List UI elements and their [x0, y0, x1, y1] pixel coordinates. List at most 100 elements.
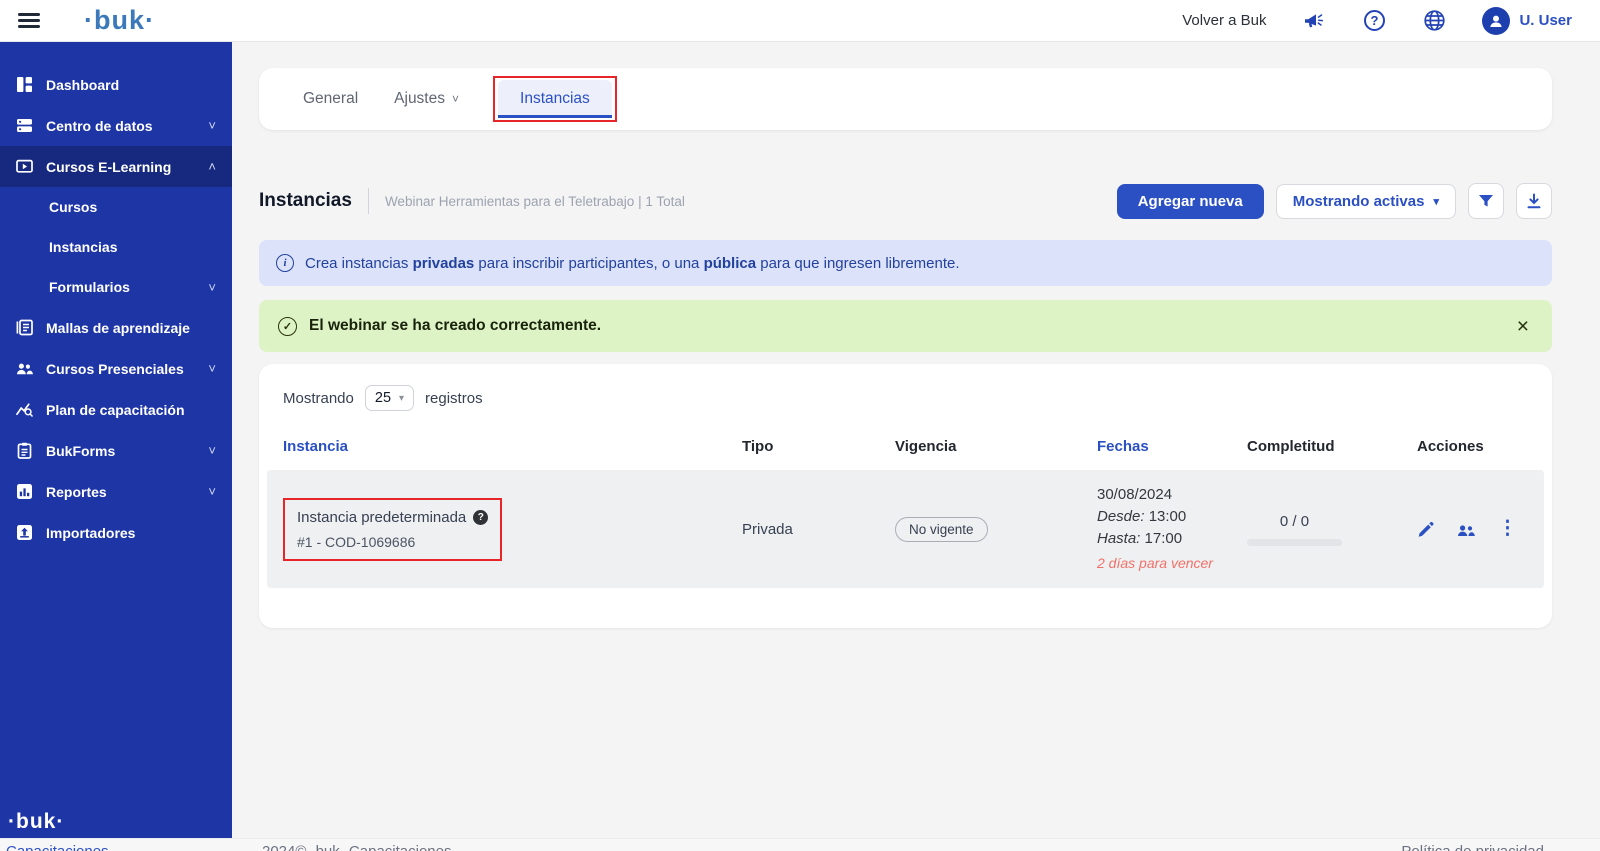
progress-bar	[1247, 539, 1342, 546]
user-menu[interactable]: U. User	[1482, 7, 1572, 35]
sidebar-item-cursos-elearning[interactable]: Cursos E-Learning ˄	[0, 146, 232, 187]
annotation-box-instance: Instancia predeterminada ? #1 - COD-1069…	[283, 498, 502, 561]
caret-down-icon: ▾	[1433, 195, 1439, 208]
participants-icon[interactable]	[1456, 521, 1477, 538]
column-header-acciones: Acciones	[1417, 438, 1528, 455]
video-screen-icon	[16, 158, 33, 175]
sidebar-label: Cursos	[49, 199, 97, 215]
help-icon[interactable]: ?	[473, 510, 488, 525]
sidebar-item-importadores[interactable]: Importadores	[0, 512, 232, 553]
chart-search-icon	[16, 401, 33, 418]
upload-box-icon	[16, 524, 33, 541]
sidebar-label: BukForms	[46, 443, 115, 459]
instances-table-card: Mostrando 25 ▾ registros Instancia Tipo …	[259, 364, 1552, 628]
sidebar-label: Cursos Presenciales	[46, 361, 184, 377]
chevron-down-icon: ˅	[208, 280, 216, 295]
cell-tipo: Privada	[742, 521, 895, 538]
sidebar-item-centro-de-datos[interactable]: Centro de datos ˅	[0, 105, 232, 146]
edit-icon[interactable]	[1417, 520, 1435, 538]
annotation-box-tab: Instancias	[493, 76, 617, 122]
page-size-select[interactable]: 25 ▾	[365, 385, 414, 411]
sidebar-label: Reportes	[46, 484, 107, 500]
sidebar-footer-logo: ·buk·	[8, 810, 64, 834]
column-header-instancia[interactable]: Instancia	[283, 438, 742, 455]
success-message: El webinar se ha creado correctamente.	[309, 317, 601, 335]
sidebar-label: Dashboard	[46, 77, 119, 93]
column-header-tipo: Tipo	[742, 438, 895, 455]
sidebar-item-reportes[interactable]: Reportes ˅	[0, 471, 232, 512]
people-icon	[16, 360, 33, 377]
tab-general[interactable]: General	[285, 80, 376, 118]
sidebar-item-formularios[interactable]: Formularios ˅	[0, 267, 232, 307]
page-title: Instancias	[259, 190, 352, 212]
footer-privacy-link[interactable]: Política de privacidad	[1401, 843, 1544, 851]
column-header-vigencia: Vigencia	[895, 438, 1097, 455]
sidebar-item-plan-capacitacion[interactable]: Plan de capacitación	[0, 389, 232, 430]
book-lines-icon	[16, 319, 33, 336]
chevron-up-icon: ˄	[208, 159, 216, 174]
topbar: ·buk· Volver a Buk ?	[0, 0, 1600, 42]
sidebar-item-instancias[interactable]: Instancias	[0, 227, 232, 267]
fecha-hasta: Hasta: 17:00	[1097, 528, 1247, 550]
info-banner: i Crea instancias privadas para inscribi…	[259, 240, 1552, 286]
tab-instancias[interactable]: Instancias	[498, 80, 612, 118]
sidebar-label: Mallas de aprendizaje	[46, 320, 190, 336]
instance-code: #1 - COD-1069686	[297, 534, 488, 550]
filter-button[interactable]	[1468, 183, 1504, 219]
status-badge: No vigente	[895, 517, 988, 542]
chevron-down-icon: ˅	[208, 443, 216, 458]
instance-name[interactable]: Instancia predeterminada	[297, 509, 466, 526]
success-banner: ✓ El webinar se ha creado correctamente.…	[259, 300, 1552, 352]
volver-a-buk-link[interactable]: Volver a Buk	[1182, 12, 1266, 29]
check-icon: ✓	[278, 317, 297, 336]
main-content: General Ajustes ˅ Instancias Instancias …	[232, 42, 1600, 838]
chevron-down-icon: ˅	[208, 484, 216, 499]
avatar	[1482, 7, 1510, 35]
table-header-row: Instancia Tipo Vigencia Fechas Completit…	[259, 411, 1552, 470]
more-options-icon[interactable]: ⋮	[1498, 524, 1517, 534]
completion-count: 0 / 0	[1247, 513, 1342, 530]
buk-logo: ·buk·	[84, 7, 155, 34]
download-button[interactable]	[1516, 183, 1552, 219]
info-icon: i	[276, 254, 294, 272]
chevron-down-icon: ˅	[208, 361, 216, 376]
table-row: Instancia predeterminada ? #1 - COD-1069…	[267, 470, 1544, 588]
cell-instancia: Instancia predeterminada ? #1 - COD-1069…	[283, 498, 742, 561]
sidebar-label: Plan de capacitación	[46, 402, 185, 418]
chevron-down-icon: ˅	[208, 118, 216, 133]
footer-capacitaciones-link[interactable]: Capacitaciones	[6, 843, 109, 851]
close-icon[interactable]: ×	[1513, 316, 1533, 337]
chevron-down-icon: ˅	[452, 92, 459, 106]
showing-label: Mostrando	[283, 390, 354, 407]
dashboard-icon	[16, 76, 33, 93]
globe-icon[interactable]	[1422, 9, 1446, 33]
page-subtitle: Webinar Herramientas para el Teletrabajo…	[385, 194, 685, 209]
help-icon[interactable]: ?	[1362, 9, 1386, 33]
sidebar: Dashboard Centro de datos ˅ Cursos E-Lea…	[0, 42, 232, 838]
sidebar-label: Centro de datos	[46, 118, 153, 134]
sidebar-item-cursos[interactable]: Cursos	[0, 187, 232, 227]
tab-ajustes[interactable]: Ajustes ˅	[376, 80, 477, 118]
sidebar-item-cursos-presenciales[interactable]: Cursos Presenciales ˅	[0, 348, 232, 389]
column-header-fechas[interactable]: Fechas	[1097, 438, 1247, 455]
sidebar-item-mallas[interactable]: Mallas de aprendizaje	[0, 307, 232, 348]
info-banner-text: Crea instancias privadas para inscribir …	[305, 255, 960, 272]
add-new-button[interactable]: Agregar nueva	[1117, 184, 1264, 219]
sidebar-item-bukforms[interactable]: BukForms ˅	[0, 430, 232, 471]
megaphone-icon[interactable]	[1302, 9, 1326, 33]
sidebar-label: Cursos E-Learning	[46, 159, 171, 175]
cell-completitud: 0 / 0	[1247, 513, 1417, 546]
column-header-completitud: Completitud	[1247, 438, 1417, 455]
footer	[0, 838, 1600, 851]
divider	[368, 188, 369, 214]
caret-down-icon: ▾	[399, 393, 404, 404]
clipboard-icon	[16, 442, 33, 459]
hamburger-menu-icon[interactable]	[18, 9, 40, 31]
sidebar-label: Instancias	[49, 239, 117, 255]
tabs-bar: General Ajustes ˅ Instancias	[259, 68, 1552, 130]
showing-active-dropdown[interactable]: Mostrando activas ▾	[1276, 184, 1456, 219]
table-controls: Mostrando 25 ▾ registros	[259, 364, 1552, 411]
page-header: Instancias Webinar Herramientas para el …	[259, 183, 1552, 219]
sidebar-item-dashboard[interactable]: Dashboard	[0, 64, 232, 105]
database-icon	[16, 117, 33, 134]
